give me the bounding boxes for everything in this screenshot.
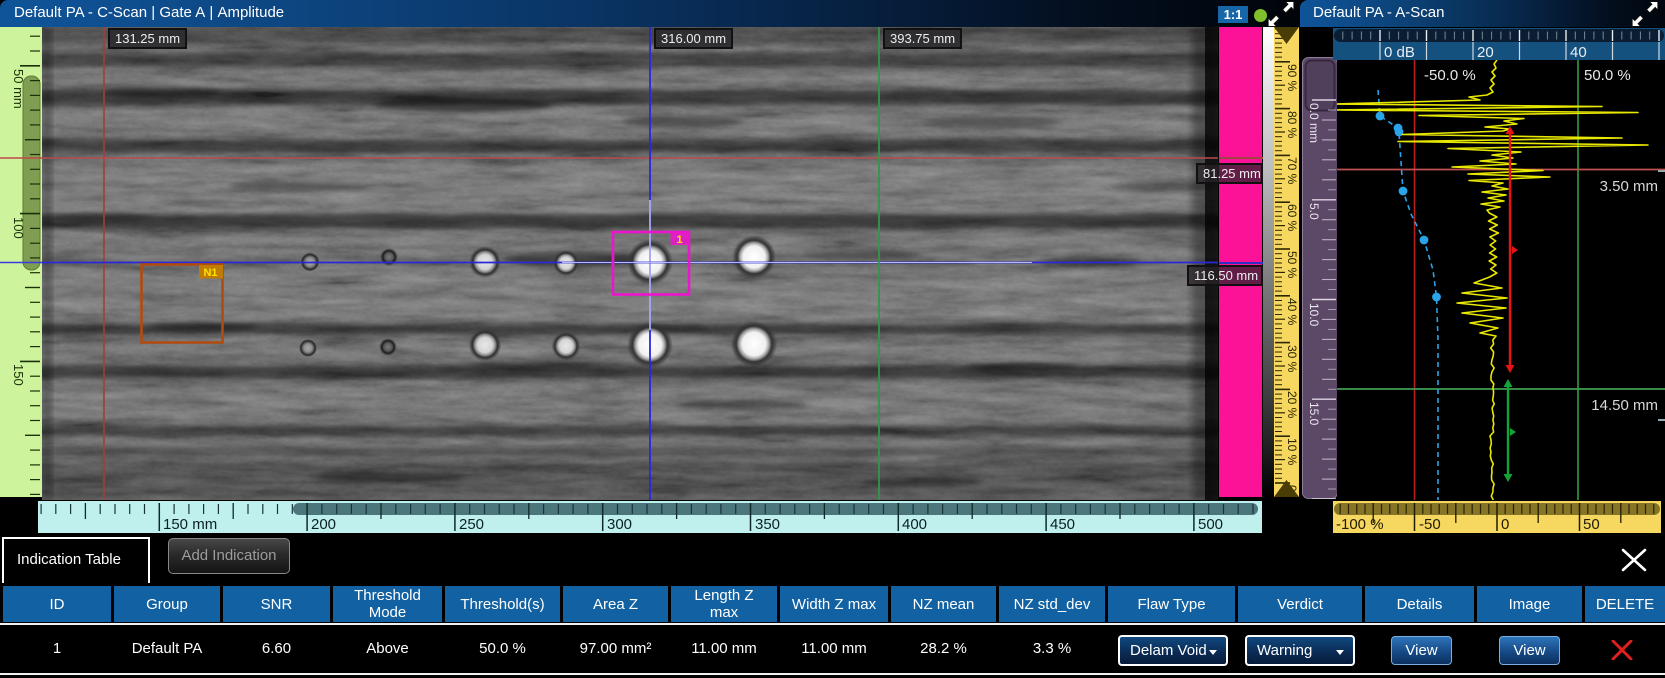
- svg-text:50: 50: [1583, 516, 1600, 533]
- svg-text:50 mm: 50 mm: [11, 69, 26, 109]
- svg-text:400: 400: [902, 516, 927, 533]
- svg-text:10 %: 10 %: [1285, 438, 1299, 466]
- svg-text:1: 1: [676, 234, 682, 246]
- svg-text:0: 0: [1501, 516, 1509, 533]
- svg-text:N1: N1: [203, 267, 217, 279]
- svg-text:300: 300: [607, 516, 632, 533]
- svg-text:10.0: 10.0: [1307, 303, 1321, 327]
- svg-text:150: 150: [11, 364, 26, 386]
- svg-text:5.0: 5.0: [1307, 203, 1321, 220]
- svg-text:-100 %: -100 %: [1336, 516, 1384, 533]
- svg-text:30 %: 30 %: [1285, 345, 1299, 373]
- svg-text:200: 200: [311, 516, 336, 533]
- svg-text:80 %: 80 %: [1285, 111, 1299, 139]
- svg-text:50.0 %: 50.0 %: [1584, 67, 1631, 84]
- svg-text:60 %: 60 %: [1285, 204, 1299, 232]
- svg-text:450: 450: [1050, 516, 1075, 533]
- svg-text:40 %: 40 %: [1285, 298, 1299, 326]
- svg-text:14.50 mm: 14.50 mm: [1591, 397, 1658, 414]
- svg-text:-50: -50: [1419, 516, 1441, 533]
- svg-text:90 %: 90 %: [1285, 64, 1299, 92]
- svg-text:250: 250: [459, 516, 484, 533]
- svg-text:3.50 mm: 3.50 mm: [1600, 178, 1658, 195]
- svg-text:0.0 mm: 0.0 mm: [1307, 103, 1321, 143]
- svg-text:20: 20: [1477, 44, 1494, 60]
- svg-text:350: 350: [755, 516, 780, 533]
- svg-text:50 %: 50 %: [1285, 251, 1299, 279]
- svg-text:-50.0 %: -50.0 %: [1424, 67, 1476, 84]
- svg-text:0 dB: 0 dB: [1384, 44, 1415, 60]
- svg-text:15.0: 15.0: [1307, 402, 1321, 426]
- svg-text:70 %: 70 %: [1285, 157, 1299, 185]
- svg-text:150 mm: 150 mm: [163, 516, 217, 533]
- svg-text:100: 100: [11, 217, 26, 239]
- svg-text:20 %: 20 %: [1285, 391, 1299, 419]
- svg-text:40: 40: [1570, 44, 1587, 60]
- svg-text:500: 500: [1198, 516, 1223, 533]
